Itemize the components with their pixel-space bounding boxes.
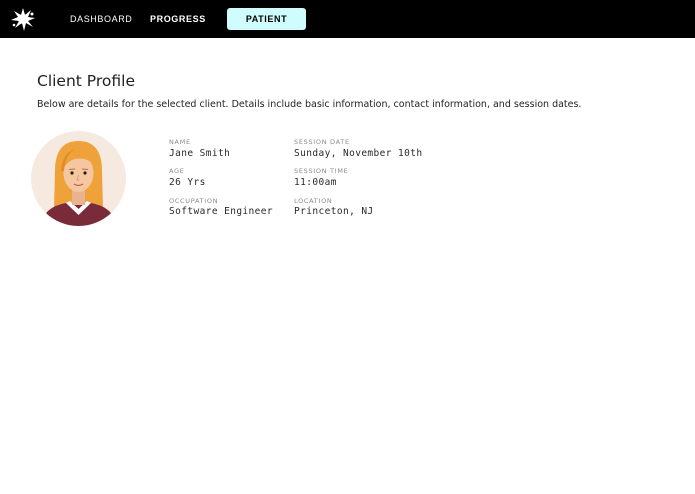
session-date-value: Sunday, November 10th [294, 148, 423, 159]
location-value: Princeton, NJ [294, 206, 374, 217]
name-value: Jane Smith [169, 148, 231, 159]
occupation-label: OCCUPATION [169, 197, 219, 205]
age-value: 26 Yrs [169, 177, 206, 188]
top-nav-bar: DASHBOARD PROGRESS PATIENT [0, 0, 695, 38]
splat-logo-icon[interactable] [10, 6, 36, 32]
session-date-label: SESSION DATE [294, 138, 350, 146]
nav-dashboard[interactable]: DASHBOARD [70, 8, 132, 30]
female-avatar-icon [31, 131, 126, 226]
name-label: NAME [169, 138, 191, 146]
occupation-value: Software Engineer [169, 206, 274, 217]
session-time-value: 11:00am [294, 177, 337, 188]
age-label: AGE [169, 167, 185, 175]
nav-patient[interactable]: PATIENT [227, 8, 306, 30]
nav-progress[interactable]: PROGRESS [150, 8, 205, 30]
page-title: Client Profile [37, 72, 135, 90]
location-label: LOCATION [294, 197, 333, 205]
page-description: Below are details for the selected clien… [37, 99, 582, 110]
session-time-label: SESSION TIME [294, 167, 349, 175]
